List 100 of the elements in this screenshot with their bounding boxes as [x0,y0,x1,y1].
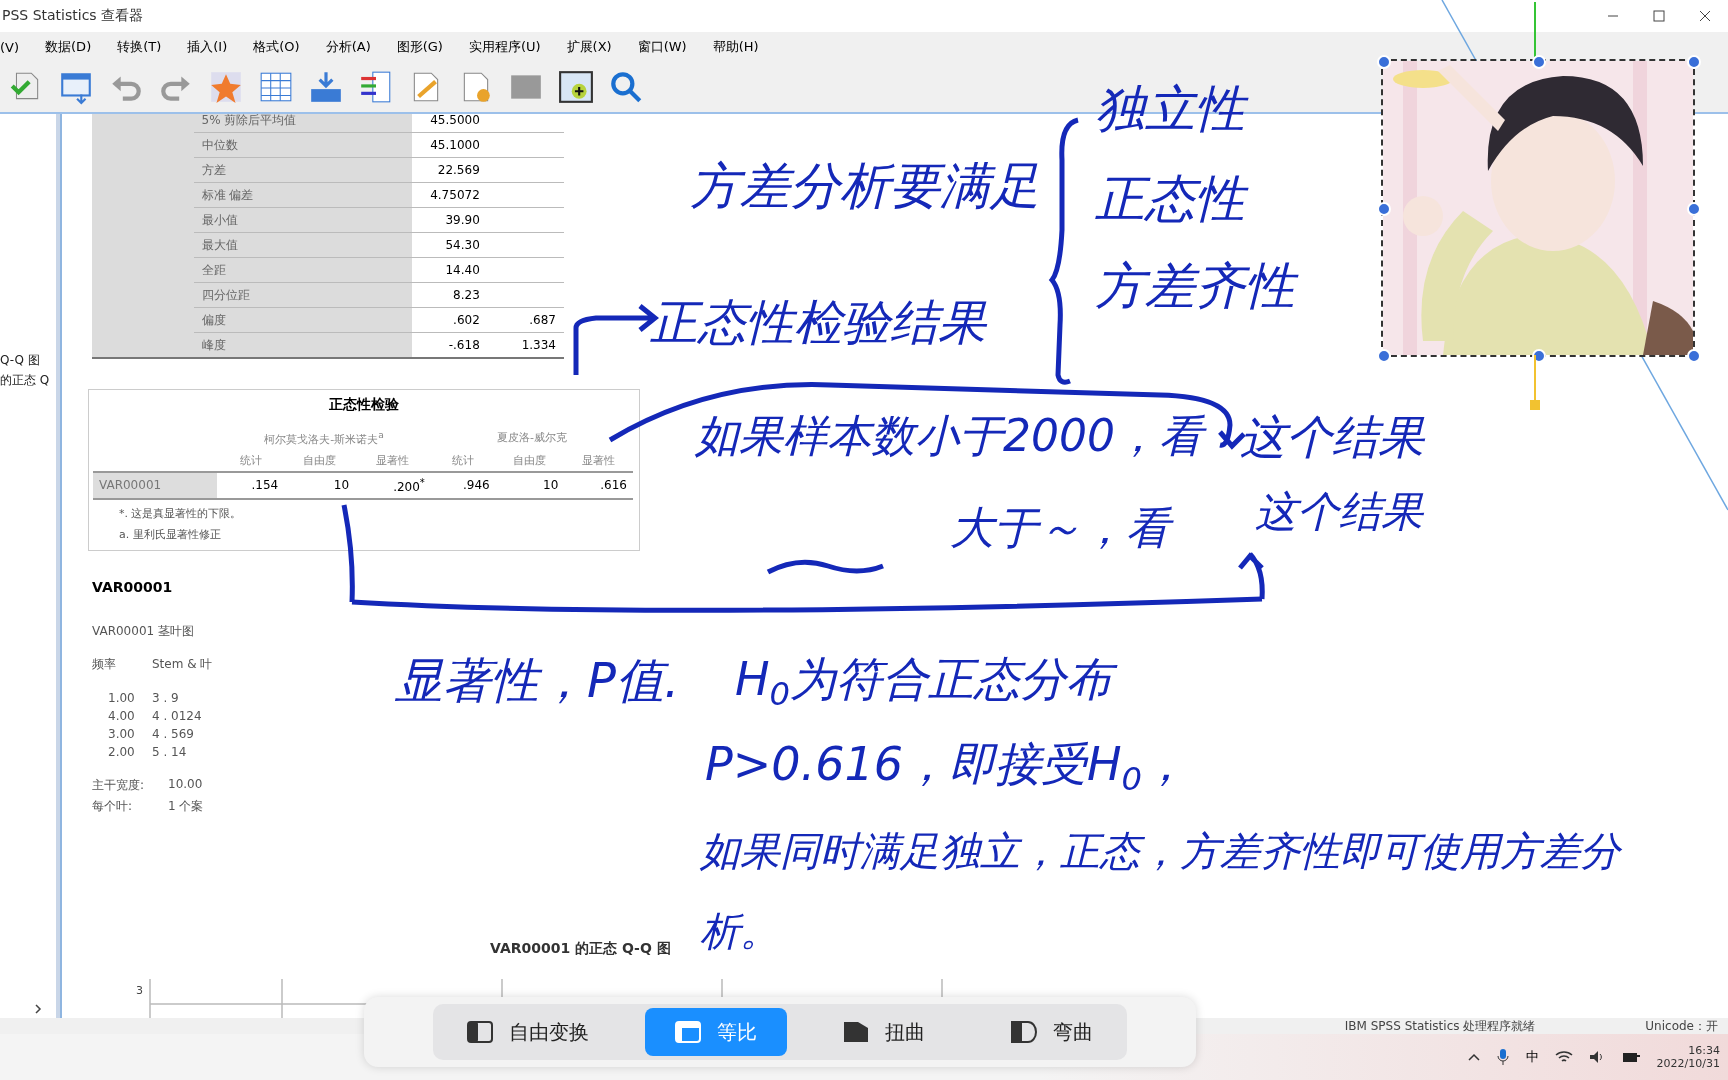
table-footnote: a. 里利氏显著性修正 [119,526,222,542]
resize-handle[interactable] [1687,202,1701,216]
stem-leaf-value: 4 . 0124 [152,708,203,723]
handwritten-note: 独立性 [1095,78,1251,147]
table-cell: 10 [495,471,565,499]
row-header: VAR00001 [93,471,218,499]
table-cell: 45.1000 [411,132,488,158]
table-footnote: *. 这是真显著性的下限。 [119,505,243,521]
handwritten-note: 显著性，P值. [395,651,681,710]
table-cell: 39.90 [411,207,488,233]
handwritten-note: 如果同时满足独立，正态，方差齐性即可使用方差分 [700,827,1623,876]
close-icon[interactable] [1699,10,1711,22]
stem-leaf-value: 3 . 9 [152,690,180,705]
table-cell: -.618 [411,332,488,358]
menu-item[interactable]: 格式(O) [253,38,300,56]
footer-label: 每个叶: [92,797,134,815]
plot-title: VAR00001 茎叶图 [92,622,195,640]
download-icon[interactable] [308,69,344,105]
window-title: PSS Statistics 查看器 [2,7,145,25]
status-message: IBM SPSS Statistics 处理程序就绪 [1344,1018,1536,1034]
clock-time[interactable]: 16:34 [1688,1044,1720,1057]
chevron-up-icon[interactable] [1467,1053,1480,1061]
resize-handle[interactable] [1377,349,1391,363]
axis-tick-label: 3 [136,984,143,997]
table-cell: .154 [217,471,285,499]
handwritten-note: 正态性检验结果 [650,293,988,352]
handwritten-note: 如果样本数小于2000，看 [695,408,1209,471]
handwritten-note: 方差齐性 [1095,255,1301,324]
handwritten-note: H$_{0}$为符合正态分布 [735,650,1119,715]
footer-label: 主干宽度: [92,776,146,794]
microphone-icon[interactable] [1495,1048,1510,1066]
transform-button[interactable]: 自由变换 [437,1008,619,1056]
transform-button[interactable]: 弯曲 [981,1008,1123,1056]
ratio-icon [675,1021,701,1043]
handwritten-note: 这个结果 [1240,409,1426,466]
stem-leaf-value: 5 . 14 [152,744,188,759]
frequency-value: 1.00 [107,690,136,705]
menu-item[interactable]: (V) [0,39,20,55]
table-cell: 峰度 [193,332,412,358]
table-cell: 5% 剪除后平均值 [193,114,412,133]
column-header: 统计 [452,453,475,467]
section-heading: VAR00001 [92,578,174,595]
frequency-value: 4.00 [107,708,136,723]
menu-item[interactable]: 分析(A) [325,38,371,56]
resize-handle[interactable] [1377,202,1391,216]
rotation-guide [1534,2,1536,57]
table-cell: 22.569 [411,157,488,183]
add-icon[interactable] [558,69,594,105]
skew-icon [843,1021,869,1043]
scroll-right-icon[interactable] [34,1004,42,1014]
table-cell: 偏度 [193,307,412,333]
table-cell: .602 [411,307,488,333]
outline-item[interactable]: 的正态 Q [0,372,50,389]
handwritten-note: 方差分析要满足 [690,156,1041,217]
column-group-header: 柯尔莫戈洛夫-斯米诺夫$^{a}$ [264,432,384,446]
table-cell: 最大值 [193,232,412,258]
rotate-handle[interactable] [1530,355,1540,410]
network-icon[interactable] [1620,1050,1641,1064]
table-cell: 54.30 [411,232,488,258]
chart-title: VAR00001 的正态 Q-Q 图 [490,940,671,958]
wifi-icon[interactable] [1554,1050,1573,1064]
transform-icon [467,1021,493,1043]
menu-item[interactable]: 扩展(X) [566,38,612,56]
table-cell: 1.334 [521,338,556,352]
speaker-icon[interactable] [1588,1050,1605,1064]
menu-item[interactable]: 帮助(H) [712,38,759,56]
menu-item[interactable]: 窗口(W) [637,38,687,56]
menu-item[interactable]: 图形(G) [396,38,443,56]
encoding-status: Unicode：开 [1645,1018,1718,1034]
clock-date[interactable]: 2022/10/31 [1656,1057,1720,1070]
column-header: 频率 [92,655,117,673]
handwritten-note: 正态性 [1095,168,1251,237]
footer-value: 10.00 [167,776,204,793]
table-cell: 四分位距 [193,282,412,308]
table-cell: 4.75072 [411,182,488,208]
input-method-indicator[interactable]: 中 [1525,1048,1539,1066]
arrow-drawing [1237,551,1265,602]
table-cell: .946 [430,471,496,499]
outline-item[interactable]: Q-Q 图 [0,352,40,369]
footer-value: 1 个案 [167,797,205,815]
table-cell: .200$^{*}$ [355,471,431,499]
menu-item[interactable]: 数据(D) [45,38,92,56]
menu-item[interactable]: 插入(I) [187,38,228,56]
transform-button[interactable]: 扭曲 [813,1008,955,1056]
table-cell: 10 [284,471,356,499]
maximize-icon[interactable] [1653,10,1665,22]
frequency-value: 3.00 [107,726,136,741]
table-title: 正态性检验 [328,396,400,414]
table-cell: .687 [529,313,556,327]
bend-icon [1011,1021,1037,1043]
handwritten-note: 析。 [700,907,781,956]
menu-item[interactable]: 实用程序(U) [468,38,541,56]
table-cell: 45.5000 [411,114,488,133]
table-cell: .616 [564,471,633,499]
column-header: 显著性 [376,453,410,467]
table-cell: 14.40 [411,257,488,283]
menu-item[interactable]: 转换(T) [117,38,162,56]
column-group-header: 夏皮洛-威尔克 [496,431,567,445]
search-icon[interactable] [608,69,644,105]
resize-handle[interactable] [1687,349,1701,363]
